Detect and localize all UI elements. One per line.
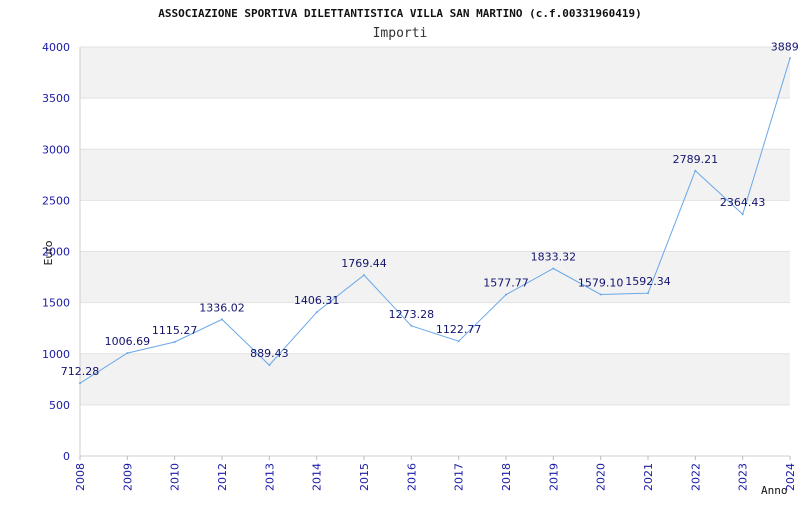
- data-label: 1122.77: [436, 323, 482, 336]
- y-tick-label: 1500: [42, 297, 70, 310]
- data-point: [789, 57, 791, 60]
- y-tick-label: 3000: [42, 143, 70, 156]
- line-chart: 0 500 1000 1500 2000 2500 3000 3500 4000 2008 200…: [0, 0, 800, 500]
- data-point: [694, 169, 697, 172]
- data-point: [268, 364, 271, 367]
- data-label: 889.43: [250, 347, 289, 360]
- data-point: [599, 293, 602, 296]
- x-tick-label: 2008: [74, 463, 87, 491]
- chart-subtitle: Importi: [373, 26, 428, 41]
- y-tick-label: 1000: [42, 348, 70, 361]
- x-tick-label: 2021: [642, 463, 655, 491]
- data-point: [457, 340, 460, 343]
- y-tick-label: 0: [63, 450, 70, 463]
- data-point: [552, 267, 555, 270]
- grid-band: [80, 404, 790, 456]
- data-point: [647, 292, 649, 295]
- x-tick-label: 2012: [216, 463, 229, 491]
- data-point: [126, 352, 129, 355]
- data-label: 1115.27: [152, 324, 198, 337]
- chart-title: ASSOCIAZIONE SPORTIVA DILETTANTISTICA VI…: [158, 7, 641, 20]
- x-tick-label: 2010: [169, 463, 182, 491]
- data-label: 2789.21: [673, 153, 719, 166]
- data-label: 1406.31: [294, 294, 340, 307]
- data-label: 712.28: [61, 365, 100, 378]
- x-tick-label: 2019: [547, 463, 560, 491]
- data-label: 1833.32: [531, 251, 577, 264]
- data-label: 3889.5: [771, 40, 800, 53]
- grid-band: [80, 98, 790, 150]
- data-label: 2364.43: [720, 196, 766, 209]
- x-tick-label: 2022: [689, 463, 702, 491]
- data-point: [79, 382, 81, 385]
- y-tick-label: 2500: [42, 194, 70, 207]
- data-label: 1769.44: [341, 257, 387, 270]
- x-tick-label: 2013: [263, 463, 276, 491]
- data-label: 1336.02: [199, 301, 245, 314]
- grid-band: [80, 200, 790, 252]
- data-label: 1006.69: [105, 335, 151, 348]
- x-tick-label: 2017: [453, 463, 466, 491]
- x-tick-label: 2016: [405, 463, 418, 491]
- data-point: [221, 318, 223, 321]
- grid-band: [80, 353, 790, 405]
- x-tick-label: 2009: [121, 463, 134, 491]
- x-tick-labels: 2008 2009 2010 2012 2013 2014 2015 2016 2017 2018…: [74, 456, 797, 491]
- data-point: [173, 340, 176, 343]
- y-tick-label: 500: [49, 399, 70, 412]
- y-axis-label: Euro: [42, 240, 55, 265]
- x-tick-label: 2023: [737, 463, 750, 491]
- x-axis-label: Anno: [761, 484, 788, 497]
- data-label: 1273.28: [389, 308, 435, 321]
- x-tick-label: 2020: [595, 463, 608, 491]
- y-tick-label: 4000: [42, 41, 70, 54]
- data-point: [410, 324, 413, 327]
- data-point: [315, 311, 318, 314]
- data-label: 1577.77: [483, 277, 529, 290]
- data-label: 1579.10: [578, 277, 624, 290]
- x-tick-label: 2014: [311, 463, 324, 491]
- data-point: [505, 293, 507, 296]
- grid-band: [80, 47, 790, 99]
- data-point: [741, 213, 744, 216]
- data-point: [363, 274, 365, 277]
- chart-canvas: 05001000150020002500300035004000 2008 200…: [42, 7, 800, 497]
- y-tick-label: 3500: [42, 92, 70, 105]
- data-label: 1592.34: [625, 275, 671, 288]
- x-tick-label: 2018: [500, 463, 513, 491]
- x-tick-label: 2015: [358, 463, 371, 491]
- grid-band: [80, 251, 790, 303]
